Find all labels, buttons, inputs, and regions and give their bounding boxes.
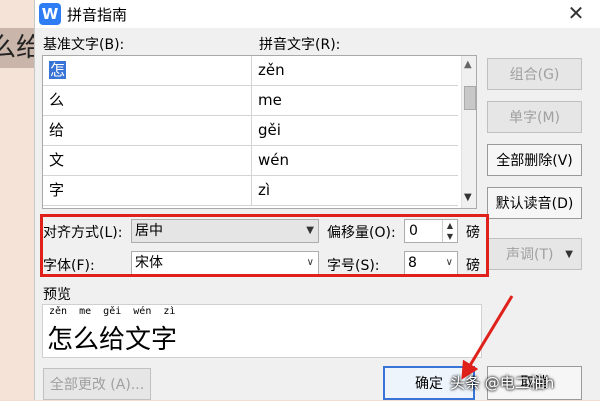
annotation-arrow <box>461 295 514 380</box>
watermark: 头条 @电二柚h <box>450 374 555 392</box>
